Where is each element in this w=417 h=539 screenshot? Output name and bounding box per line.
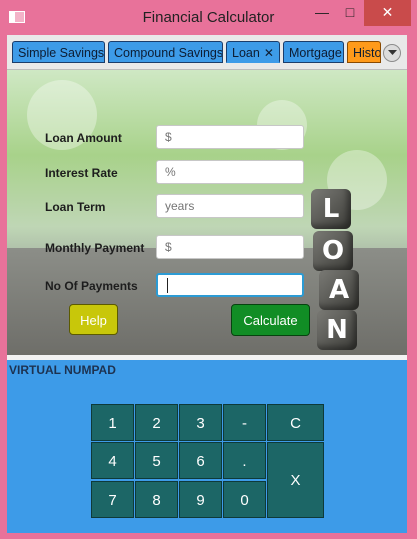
tab-history[interactable]: Histo [347,41,381,63]
monthly-payment-label: Monthly Payment [45,241,145,255]
numpad-key-0[interactable]: 0 [223,481,266,518]
loan-term-label: Loan Term [45,200,106,214]
numpad-key-backspace[interactable]: X [267,442,324,518]
numpad-key-5[interactable]: 5 [135,442,178,479]
tab-overflow-menu-button[interactable] [383,44,401,62]
tab-label: Histo [353,46,381,60]
tab-simple-savings[interactable]: Simple Savings [12,41,105,63]
numpad-key-2[interactable]: 2 [135,404,178,441]
calculate-button[interactable]: Calculate [231,304,310,336]
interest-rate-input[interactable] [156,160,304,184]
close-window-button[interactable]: ✕ [364,0,411,26]
virtual-numpad-panel: VIRTUAL NUMPAD 1 2 3 - C 4 5 6 . X 7 8 9… [7,360,407,533]
tab-loan[interactable]: Loan ✕ [226,41,280,63]
client-area: Simple Savings Compound Savings Loan ✕ Mo… [7,35,407,533]
no-of-payments-label: No Of Payments [45,279,138,293]
numpad-title: VIRTUAL NUMPAD [9,363,116,377]
numpad-key-clear[interactable]: C [267,404,324,441]
numpad-key-dot[interactable]: . [223,442,266,479]
numpad-key-7[interactable]: 7 [91,481,134,518]
loan-cube-image: L [311,189,351,229]
interest-rate-label: Interest Rate [45,166,118,180]
loan-form-panel: L O A N Loan Amount Interest Rate Loan T… [7,70,407,355]
tab-compound-savings[interactable]: Compound Savings [108,41,223,63]
close-tab-icon[interactable]: ✕ [264,42,274,61]
text-caret [167,278,168,293]
app-window: Financial Calculator — □ ✕ Simple Saving… [0,0,417,539]
loan-amount-input[interactable] [156,125,304,149]
no-of-payments-input[interactable] [156,273,304,297]
minimize-button[interactable]: — [309,0,335,26]
title-bar[interactable]: Financial Calculator — □ ✕ [0,0,417,34]
monthly-payment-input[interactable] [156,235,304,259]
numpad-key-3[interactable]: 3 [179,404,222,441]
numpad-key-minus[interactable]: - [223,404,266,441]
tab-label: Simple Savings [18,46,105,60]
numpad-key-4[interactable]: 4 [91,442,134,479]
numpad-key-8[interactable]: 8 [135,481,178,518]
numpad-key-1[interactable]: 1 [91,404,134,441]
maximize-button[interactable]: □ [337,0,363,26]
numpad-key-9[interactable]: 9 [179,481,222,518]
loan-cube-image: O [313,231,353,271]
loan-amount-label: Loan Amount [45,131,122,145]
tab-label: Loan [232,46,260,60]
loan-cube-image: N [317,310,357,350]
tab-label: Compound Savings [114,46,223,60]
help-button[interactable]: Help [69,304,118,335]
chevron-down-icon [388,50,397,55]
numpad-key-6[interactable]: 6 [179,442,222,479]
tab-label: Mortgage [289,46,342,60]
tab-bar: Simple Savings Compound Savings Loan ✕ Mo… [7,35,407,70]
loan-cube-image: A [319,270,359,310]
loan-term-input[interactable] [156,194,304,218]
tab-mortgage[interactable]: Mortgage [283,41,344,63]
